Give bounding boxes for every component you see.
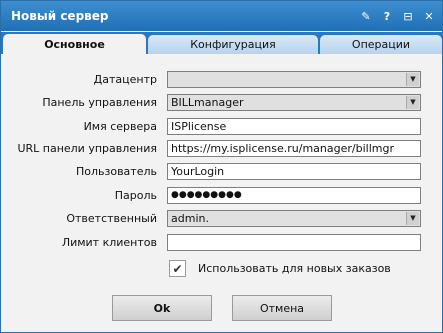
maximize-icon[interactable]: ⊟ bbox=[401, 9, 415, 23]
ok-button[interactable]: Ok bbox=[112, 295, 212, 321]
tab-configuration[interactable]: Конфигурация bbox=[148, 35, 318, 54]
row-user: Пользователь YourLogin bbox=[1, 163, 442, 181]
row-server-name: Имя сервера ISPlicense bbox=[1, 118, 442, 136]
help-icon[interactable]: ? bbox=[380, 9, 394, 23]
chevron-down-icon: ▼ bbox=[406, 212, 419, 225]
use-for-new-orders-label[interactable]: Использовать для новых заказов bbox=[198, 262, 391, 275]
use-for-new-orders-checkbox[interactable]: ✔ bbox=[169, 260, 186, 277]
datacenter-label: Датацентр bbox=[93, 73, 157, 86]
row-panel-url: URL панели управления https://my.isplice… bbox=[1, 140, 442, 158]
row-password: Пароль ●●●●●●●●● bbox=[1, 187, 442, 205]
pin-icon[interactable]: ✎ bbox=[359, 9, 373, 23]
user-input[interactable]: YourLogin bbox=[167, 163, 421, 180]
cancel-button[interactable]: Отмена bbox=[232, 295, 332, 321]
checkmark-icon: ✔ bbox=[172, 261, 183, 276]
use-for-new-orders-row: ✔ Использовать для новых заказов bbox=[169, 260, 391, 277]
user-label: Пользователь bbox=[75, 165, 157, 178]
form-main: Датацентр ▼ Панель управления BILLmanage… bbox=[1, 54, 442, 332]
tab-main[interactable]: Основное bbox=[3, 34, 146, 54]
row-client-limit: Лимит клиентов bbox=[1, 234, 442, 252]
server-name-label: Имя сервера bbox=[83, 120, 157, 133]
new-server-dialog: Новый сервер ✎ ? ⊟ ✕ Основное Конфигурац… bbox=[0, 0, 443, 333]
dialog-title: Новый сервер bbox=[11, 9, 109, 23]
panel-value: BILLmanager bbox=[171, 96, 244, 109]
row-datacenter: Датацентр ▼ bbox=[1, 71, 442, 89]
password-label: Пароль bbox=[114, 189, 157, 202]
panel-label: Панель управления bbox=[42, 96, 157, 109]
client-limit-label: Лимит клиентов bbox=[61, 236, 157, 249]
close-icon[interactable]: ✕ bbox=[422, 9, 436, 23]
titlebar-controls: ✎ ? ⊟ ✕ bbox=[359, 9, 436, 23]
responsible-value: admin. bbox=[171, 212, 209, 225]
server-name-input[interactable]: ISPlicense bbox=[167, 118, 421, 135]
password-input[interactable]: ●●●●●●●●● bbox=[167, 187, 421, 204]
row-responsible: Ответственный admin. ▼ bbox=[1, 210, 442, 228]
panel-select[interactable]: BILLmanager ▼ bbox=[167, 94, 421, 111]
titlebar[interactable]: Новый сервер ✎ ? ⊟ ✕ bbox=[1, 1, 442, 31]
panel-url-label: URL панели управления bbox=[17, 142, 157, 155]
row-panel: Панель управления BILLmanager ▼ bbox=[1, 94, 442, 112]
responsible-label: Ответственный bbox=[66, 212, 157, 225]
panel-url-input[interactable]: https://my.isplicense.ru/manager/billmgr bbox=[167, 140, 421, 157]
chevron-down-icon: ▼ bbox=[406, 73, 419, 86]
tab-operations[interactable]: Операции bbox=[320, 35, 442, 54]
tab-bar: Основное Конфигурация Операции bbox=[1, 32, 442, 54]
chevron-down-icon: ▼ bbox=[406, 96, 419, 109]
client-limit-input[interactable] bbox=[167, 234, 421, 251]
responsible-select[interactable]: admin. ▼ bbox=[167, 210, 421, 227]
datacenter-select[interactable]: ▼ bbox=[167, 71, 421, 88]
